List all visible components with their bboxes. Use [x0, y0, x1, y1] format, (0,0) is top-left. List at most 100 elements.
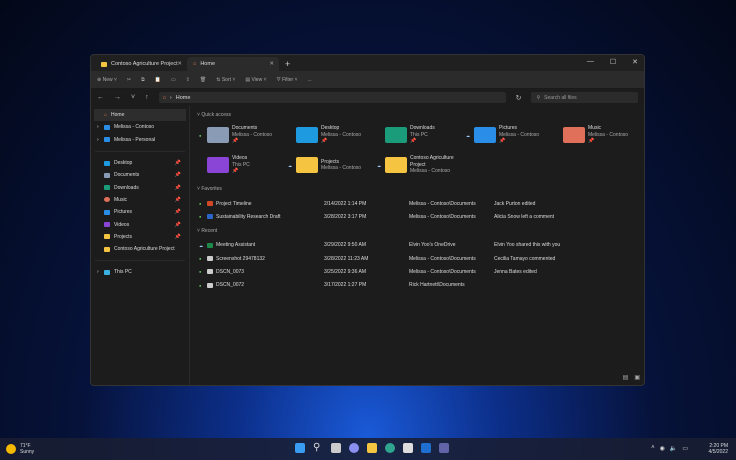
- file-explorer-icon[interactable]: [367, 443, 377, 453]
- sidebar-item-videos[interactable]: Videos 📌: [91, 218, 189, 230]
- quick-access-item[interactable]: Desktop Melissa - Contoso 📌: [288, 120, 377, 150]
- file-location: Elvin Yoo's OneDrive: [409, 242, 456, 249]
- close-window-button[interactable]: ✕: [632, 58, 638, 66]
- pin-icon: 📌: [321, 138, 328, 145]
- sort-button[interactable]: ⇅ Sort ˅: [216, 77, 235, 83]
- quick-access-item[interactable]: ☁ Contoso Agriculture Project Melissa - Co…: [377, 150, 466, 180]
- sidebar-item-pictures[interactable]: Pictures 📌: [91, 206, 189, 218]
- section-favorites[interactable]: ˅ Favorites: [197, 186, 644, 194]
- file-icon: [207, 269, 213, 275]
- file-name: Project Timeline: [216, 200, 252, 207]
- sidebar-item-home[interactable]: ⌂ Home: [94, 109, 186, 122]
- chat-icon[interactable]: [349, 443, 359, 453]
- quick-access-item[interactable]: ☁ Pictures Melissa - Contoso 📌: [466, 120, 555, 150]
- cut-icon[interactable]: ✂: [127, 77, 131, 83]
- rename-icon[interactable]: ▭: [171, 77, 176, 83]
- view-button[interactable]: ▤ View ˅: [245, 77, 266, 83]
- pin-icon: 📌: [174, 196, 181, 203]
- weather-widget[interactable]: 71°F Sunny: [6, 443, 34, 455]
- home-icon: ⌂: [104, 112, 108, 119]
- quick-access-item[interactable]: Music Melissa - Contoso 📌: [555, 120, 644, 150]
- close-tab-icon[interactable]: ✕: [269, 61, 274, 67]
- chevron-right-icon[interactable]: ›: [97, 269, 99, 275]
- back-button[interactable]: ←: [97, 94, 104, 101]
- sun-icon: [6, 444, 16, 454]
- more-button[interactable]: ...: [308, 77, 312, 83]
- file-row[interactable]: ● Sustainability Research Draft 3/28/2022 …: [191, 210, 644, 223]
- home-icon: ⌂: [193, 61, 197, 67]
- file-row[interactable]: ● Project Timeline 2/14/2022 1:14 PM Meliss…: [191, 197, 644, 210]
- pin-icon: 📌: [174, 172, 181, 179]
- minimize-button[interactable]: —: [587, 58, 594, 66]
- task-view-icon[interactable]: [331, 443, 341, 453]
- file-activity: Cecilia Tamayo commented: [494, 255, 556, 262]
- file-row[interactable]: ● DSCN_0072 3/17/2022 1:27 PM Rick Hartnett…: [191, 278, 644, 291]
- store-icon[interactable]: [403, 443, 413, 453]
- maximize-button[interactable]: ☐: [610, 58, 616, 66]
- content-pane: ˅ Quick access ● Documents Melissa - Conto…: [191, 106, 644, 385]
- file-row[interactable]: ● Screenshot 29478132 3/28/2022 11:23 AM Me…: [191, 252, 644, 265]
- sidebar-item-this-pc[interactable]: › This PC: [91, 266, 189, 278]
- search-input[interactable]: ⚲ Search all files: [531, 92, 638, 103]
- delete-icon[interactable]: 🗑: [200, 77, 206, 83]
- new-tab-button[interactable]: +: [285, 59, 290, 69]
- quick-access-item[interactable]: Videos This PC 📌: [199, 150, 288, 180]
- share-icon[interactable]: ⇪: [186, 77, 190, 83]
- cloud-icon: ☁: [466, 132, 470, 138]
- edge-icon[interactable]: [385, 443, 395, 453]
- sidebar-item-projects[interactable]: Projects 📌: [91, 231, 189, 243]
- tiles-view-button[interactable]: ▣: [634, 374, 640, 381]
- item-name: Videos: [232, 155, 248, 162]
- sidebar-item-desktop[interactable]: Desktop 📌: [91, 157, 189, 169]
- chevron-right-icon[interactable]: ›: [97, 137, 99, 143]
- tab-home[interactable]: ⌂ Home ✕: [187, 57, 279, 71]
- filter-button[interactable]: ⛛ Filter ˅: [277, 77, 298, 83]
- quick-access-item[interactable]: ☁ Projects Melissa - Contoso: [288, 150, 377, 180]
- recent-dropdown[interactable]: ˅: [131, 94, 135, 101]
- file-location: Rick Hartnett\Documents: [409, 282, 465, 289]
- sidebar-item-music[interactable]: Music 📌: [91, 194, 189, 206]
- wifi-icon[interactable]: ◉: [660, 445, 665, 452]
- quick-access-item[interactable]: ● Documents Melissa - Contoso 📌: [199, 120, 288, 150]
- teams-icon[interactable]: [439, 443, 449, 453]
- battery-icon[interactable]: ▭: [682, 445, 688, 452]
- tab-contoso-agriculture[interactable]: Contoso Agriculture Project ✕: [95, 57, 187, 71]
- sidebar-item-documents[interactable]: Documents 📌: [91, 169, 189, 181]
- cloud-icon: ☁: [288, 162, 292, 168]
- forward-button[interactable]: →: [114, 94, 121, 101]
- sidebar-item-downloads[interactable]: Downloads 📌: [91, 181, 189, 193]
- file-date: 3/28/2022 11:23 AM: [324, 255, 369, 262]
- start-icon[interactable]: [295, 443, 305, 453]
- sidebar-item-melissa-personal[interactable]: › Melissa - Personal: [91, 134, 189, 146]
- paste-icon[interactable]: 📋: [155, 77, 161, 83]
- file-name: DSCN_0073: [216, 268, 245, 275]
- item-location: Melissa - Contoso: [321, 165, 362, 171]
- new-button[interactable]: ⊕ New ˅: [97, 77, 117, 83]
- copy-icon[interactable]: ⧉: [141, 77, 145, 83]
- address-bar[interactable]: ⌂ › Home: [158, 92, 506, 103]
- quick-access-item[interactable]: Downloads This PC 📌: [377, 120, 466, 150]
- item-location: Melissa - Contoso: [410, 168, 451, 175]
- file-row[interactable]: ● DSCN_0073 3/25/2022 9:36 AM Melissa - Con…: [191, 265, 644, 278]
- sync-status-icon: ●: [199, 214, 202, 220]
- desktop-icon: [104, 160, 110, 166]
- close-tab-icon[interactable]: ✕: [177, 61, 182, 67]
- details-view-button[interactable]: ▤: [623, 374, 629, 381]
- volume-icon[interactable]: 🔈: [670, 445, 677, 452]
- chevron-right-icon[interactable]: ›: [97, 124, 99, 130]
- section-quick-access[interactable]: ˅ Quick access: [197, 112, 644, 120]
- folder-icon: [207, 127, 229, 143]
- sidebar-item-contoso-agriculture[interactable]: Contoso Agriculture Project: [91, 243, 189, 255]
- section-recent[interactable]: ˅ Recent: [197, 228, 644, 236]
- up-button[interactable]: ↑: [145, 94, 149, 101]
- clock[interactable]: 2:20 PM 4/5/2022: [709, 443, 728, 455]
- chevron-up-icon[interactable]: ˄: [651, 445, 655, 452]
- navigation-pane: ⌂ Home › Melissa - Contoso › Melissa - Pers…: [91, 106, 190, 385]
- sidebar-item-melissa-contoso[interactable]: › Melissa - Contoso: [91, 121, 189, 133]
- file-name: Screenshot 29478132: [216, 255, 265, 262]
- pictures-icon: [104, 209, 110, 215]
- file-row[interactable]: ☁ Meeting Assistant 3/29/2022 9:50 AM Elvin…: [191, 239, 644, 252]
- search-icon[interactable]: ⚲: [313, 443, 323, 453]
- outlook-icon[interactable]: [421, 443, 431, 453]
- refresh-button[interactable]: ↻: [516, 94, 522, 102]
